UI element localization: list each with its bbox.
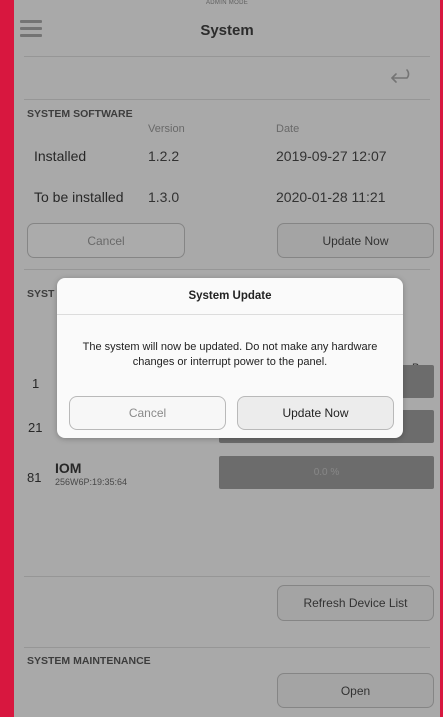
dialog-title: System Update: [188, 290, 272, 302]
dialog-update-now-button[interactable]: Update Now: [237, 396, 394, 430]
dialog-cancel-button[interactable]: Cancel: [69, 396, 226, 430]
dialog-message: The system will now be updated. Do not m…: [82, 341, 378, 368]
system-update-dialog: System Update The system will now be upd…: [57, 278, 403, 438]
app-screen: ADMIN MODE System SYSTEM SOFTWARE Versio…: [14, 0, 440, 717]
dialog-divider: [57, 314, 403, 315]
